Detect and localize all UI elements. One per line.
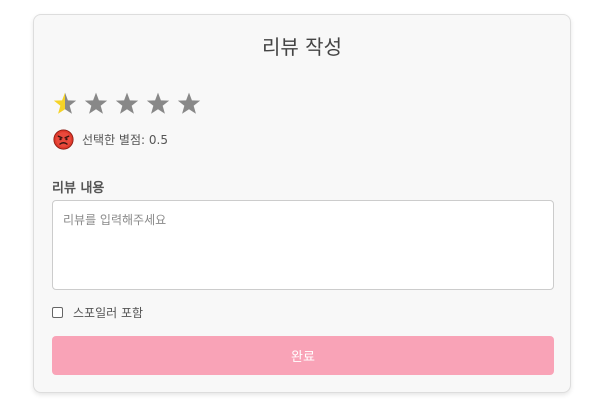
submit-button[interactable]: 완료: [52, 336, 554, 375]
page-title: 리뷰 작성: [262, 35, 342, 59]
star-2-icon[interactable]: [83, 91, 109, 117]
spoiler-checkbox[interactable]: [52, 306, 63, 318]
star-5-icon[interactable]: [176, 91, 202, 117]
star-4-icon[interactable]: [145, 91, 171, 117]
review-content-input[interactable]: [52, 200, 554, 290]
rating-status: 선택한 별점: 0.5: [53, 128, 168, 150]
spoiler-label: 스포일러 포함: [73, 305, 144, 320]
review-card: 리뷰 작성 선택한 별점: 0.5 리뷰 내용 리뷰를 입력해주세요 스포일러 …: [33, 14, 571, 393]
star-3-icon[interactable]: [114, 91, 140, 117]
angry-face-icon: [53, 128, 74, 150]
review-content-label: 리뷰 내용: [52, 181, 105, 196]
star-rating[interactable]: [52, 87, 207, 121]
spoiler-toggle[interactable]: 스포일러 포함: [52, 303, 143, 321]
star-1-icon[interactable]: [52, 91, 78, 117]
selected-rating-text: 선택한 별점: 0.5: [82, 132, 168, 147]
